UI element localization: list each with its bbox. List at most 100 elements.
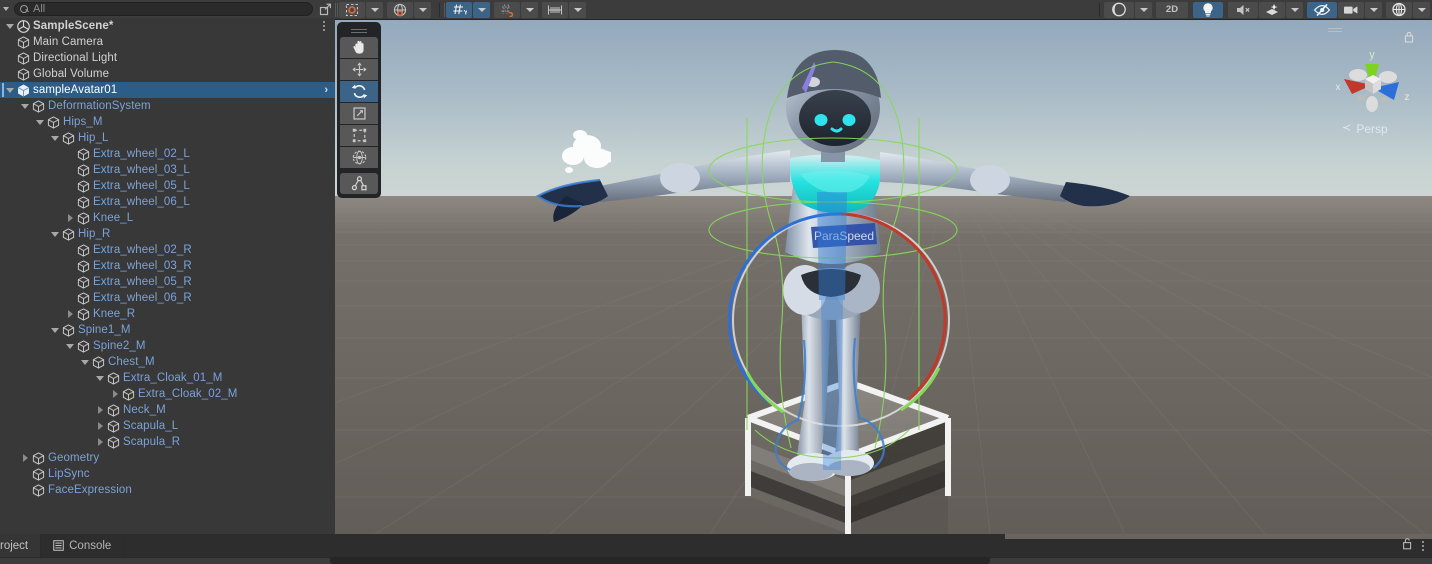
draw-mode-dropdown[interactable] [1135, 1, 1152, 18]
hierarchy-row-extra-wheel-02-l[interactable]: Extra_wheel_02_L [0, 146, 335, 162]
hierarchy-row-hip-l[interactable]: Hip_L [0, 130, 335, 146]
custom-editor-tool[interactable] [340, 173, 378, 194]
prefab-open-chevron[interactable]: › [324, 82, 328, 98]
hierarchy-row-faceexpression[interactable]: FaceExpression [0, 482, 335, 498]
grid-visibility-button[interactable]: Y [446, 1, 472, 18]
tools-palette[interactable] [337, 22, 381, 198]
scene-viewport-render[interactable]: ParaSpeed [335, 0, 1432, 534]
foldout-toggle[interactable] [34, 114, 46, 130]
hierarchy-row-global-volume[interactable]: Global Volume [0, 66, 335, 82]
foldout-toggle[interactable] [49, 322, 61, 338]
camera-settings-dropdown[interactable] [1365, 1, 1382, 18]
hierarchy-row-lipsync[interactable]: LipSync [0, 466, 335, 482]
bottom-tab-strip[interactable]: roject Console [0, 534, 125, 557]
hierarchy-scene-row[interactable]: SampleScene* [0, 18, 335, 34]
hierarchy-row-hips-m[interactable]: Hips_M [0, 114, 335, 130]
pivot-mode-dropdown[interactable] [366, 1, 383, 18]
gameobject-icon [76, 306, 91, 322]
hand-tool[interactable] [340, 37, 378, 58]
rect-tool[interactable] [340, 125, 378, 146]
foldout-toggle[interactable] [19, 450, 31, 466]
effects-dropdown[interactable] [1286, 1, 1303, 18]
rotate-tool[interactable] [340, 81, 378, 102]
2d-toggle-button[interactable]: 2D [1156, 1, 1188, 18]
gameobject-icon [46, 114, 61, 130]
foldout-toggle[interactable] [94, 434, 106, 450]
hierarchy-row-extra-wheel-06-r[interactable]: Extra_wheel_06_R [0, 290, 335, 306]
hierarchy-row-deformationsystem[interactable]: DeformationSystem [0, 98, 335, 114]
scene-view[interactable]: ParaSpeed Y 2D y x z ≺ Persp [335, 0, 1432, 534]
foldout-toggle[interactable] [49, 130, 61, 146]
foldout-toggle[interactable] [4, 82, 16, 98]
status-bar-field[interactable] [330, 557, 990, 564]
hierarchy-row-extra-wheel-05-r[interactable]: Extra_wheel_05_R [0, 274, 335, 290]
increment-snap-dropdown[interactable] [569, 1, 586, 18]
effects-toggle[interactable] [1259, 1, 1285, 18]
hierarchy-row-neck-m[interactable]: Neck_M [0, 402, 335, 418]
transform-tool[interactable] [340, 147, 378, 168]
audio-toggle[interactable] [1228, 1, 1258, 18]
kebab-menu-icon[interactable] [323, 18, 325, 34]
foldout-toggle[interactable] [19, 98, 31, 114]
hierarchy-row-hip-r[interactable]: Hip_R [0, 226, 335, 242]
scale-tool[interactable] [340, 103, 378, 124]
scene-view-toolbar[interactable]: Y 2D [335, 0, 1432, 20]
handle-orientation-dropdown[interactable] [414, 1, 431, 18]
tab-project-label: roject [0, 539, 29, 552]
search-input[interactable]: All [14, 2, 313, 16]
pivot-mode-button[interactable] [339, 1, 365, 18]
foldout-toggle[interactable] [94, 418, 106, 434]
hierarchy-row-extra-cloak-02-m[interactable]: Extra_Cloak_02_M [0, 386, 335, 402]
grid-snapping-dropdown[interactable] [521, 1, 538, 18]
hierarchy-row-scapula-r[interactable]: Scapula_R [0, 434, 335, 450]
foldout-toggle[interactable] [64, 338, 76, 354]
camera-settings-button[interactable] [1338, 1, 1364, 18]
foldout-toggle[interactable] [94, 370, 106, 386]
gizmos-dropdown[interactable] [1413, 1, 1430, 18]
foldout-toggle[interactable] [109, 386, 121, 402]
scene-visibility-toggle[interactable] [1307, 1, 1337, 18]
foldout-toggle[interactable] [49, 226, 61, 242]
hierarchy-row-scapula-l[interactable]: Scapula_L [0, 418, 335, 434]
open-in-new-icon[interactable] [315, 0, 335, 18]
hierarchy-row-chest-m[interactable]: Chest_M [0, 354, 335, 370]
drag-handle-icon[interactable] [351, 27, 367, 34]
foldout-toggle[interactable] [64, 306, 76, 322]
lighting-toggle[interactable] [1193, 1, 1223, 18]
increment-snap-button[interactable] [542, 1, 568, 18]
hierarchy-row-knee-l[interactable]: Knee_L [0, 210, 335, 226]
panel-tab-overflow-chevron[interactable] [0, 0, 12, 18]
hierarchy-row-main-camera[interactable]: Main Camera [0, 34, 335, 50]
hierarchy-row-directional-light[interactable]: Directional Light [0, 50, 335, 66]
foldout-toggle[interactable] [64, 210, 76, 226]
kebab-menu-icon[interactable] [1422, 540, 1424, 551]
hierarchy-row-extra-wheel-03-r[interactable]: Extra_wheel_03_R [0, 258, 335, 274]
bottom-panel-controls[interactable] [1402, 534, 1424, 557]
hierarchy-row-extra-wheel-02-r[interactable]: Extra_wheel_02_R [0, 242, 335, 258]
scene-foldout-icon[interactable] [4, 18, 16, 34]
move-tool[interactable] [340, 59, 378, 80]
handle-orientation-button[interactable] [387, 1, 413, 18]
hierarchy-row-extra-wheel-06-l[interactable]: Extra_wheel_06_L [0, 194, 335, 210]
foldout-toggle[interactable] [94, 402, 106, 418]
hierarchy-tree[interactable]: SampleScene* Main Camera Directional Ligh… [0, 18, 335, 534]
hierarchy-row-spine1-m[interactable]: Spine1_M [0, 322, 335, 338]
foldout-toggle[interactable] [79, 354, 91, 370]
hierarchy-row-extra-cloak-01-m[interactable]: Extra_Cloak_01_M [0, 370, 335, 386]
hierarchy-row-sampleavatar01[interactable]: sampleAvatar01 › [0, 82, 335, 98]
hierarchy-row-extra-wheel-05-l[interactable]: Extra_wheel_05_L [0, 178, 335, 194]
projection-mode-label[interactable]: Persp [1318, 122, 1426, 136]
hierarchy-row-geometry[interactable]: Geometry [0, 450, 335, 466]
hierarchy-row-spine2-m[interactable]: Spine2_M [0, 338, 335, 354]
tab-console[interactable]: Console [41, 534, 125, 557]
tab-project[interactable]: roject [0, 534, 42, 557]
gizmos-toggle[interactable] [1386, 1, 1412, 18]
gameobject-icon [121, 386, 136, 402]
grid-visibility-dropdown[interactable] [473, 1, 490, 18]
hierarchy-row-knee-r[interactable]: Knee_R [0, 306, 335, 322]
grid-snapping-button[interactable] [494, 1, 520, 18]
draw-mode-button[interactable] [1104, 1, 1134, 18]
scene-view-gizmo[interactable]: y x z ≺ Persp [1318, 22, 1426, 140]
lock-open-icon[interactable] [1402, 537, 1413, 555]
hierarchy-row-extra-wheel-03-l[interactable]: Extra_wheel_03_L [0, 162, 335, 178]
